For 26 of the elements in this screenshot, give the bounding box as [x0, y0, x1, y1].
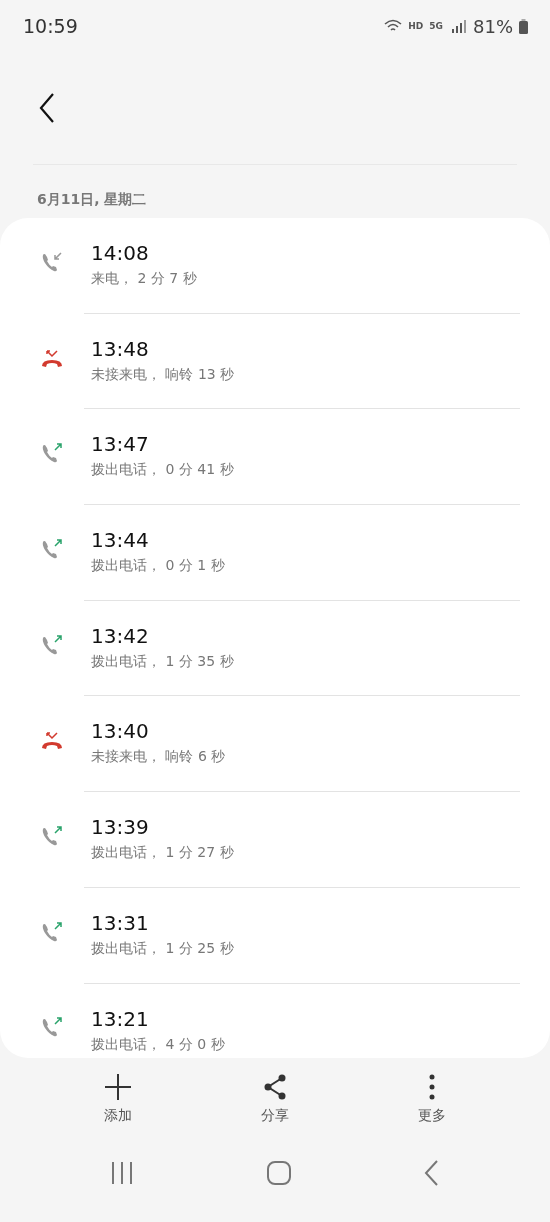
call-detail: 拨出电话， 1 分 25 秒	[91, 939, 235, 958]
call-time[interactable]: 13:31	[91, 909, 520, 936]
call-detail: 拨出电话， 1 分 27 秒	[91, 844, 235, 863]
call-time[interactable]: 13:21	[91, 1005, 520, 1032]
share-button[interactable]: 分享	[253, 1073, 297, 1135]
call-time[interactable]: 13:44	[91, 527, 520, 554]
date-header: 6月11日, 星期二	[36, 190, 148, 209]
call-time[interactable]: 13:42	[91, 622, 520, 649]
status-time: 10:59	[23, 15, 78, 37]
call-time[interactable]: 13:39	[91, 814, 520, 841]
network-type: 5G	[429, 21, 443, 31]
call-detail: 拨出电话， 0 分 1 秒	[91, 557, 226, 576]
call-detail: 拨出电话， 4 分 0 秒	[91, 1035, 226, 1054]
more-button[interactable]: 更多	[409, 1073, 454, 1135]
call-detail: 未接来电， 响铃 6 秒	[91, 748, 227, 767]
call-detail: 拨出电话， 1 分 35 秒	[91, 652, 235, 671]
call-detail: 来电， 2 分 7 秒	[91, 270, 198, 288]
add-button[interactable]: 添加	[96, 1073, 141, 1135]
call-time[interactable]: 13:40	[91, 718, 520, 745]
call-detail: 未接来电， 响铃 13 秒	[91, 365, 236, 384]
call-time[interactable]: 14:08	[91, 240, 520, 266]
call-time[interactable]: 13:47	[91, 431, 520, 458]
call-detail: 拨出电话， 0 分 41 秒	[91, 461, 235, 480]
battery-percent: 81%	[473, 15, 513, 37]
hd-indicator: HD	[408, 21, 424, 31]
call-time[interactable]: 13:48	[91, 335, 520, 362]
